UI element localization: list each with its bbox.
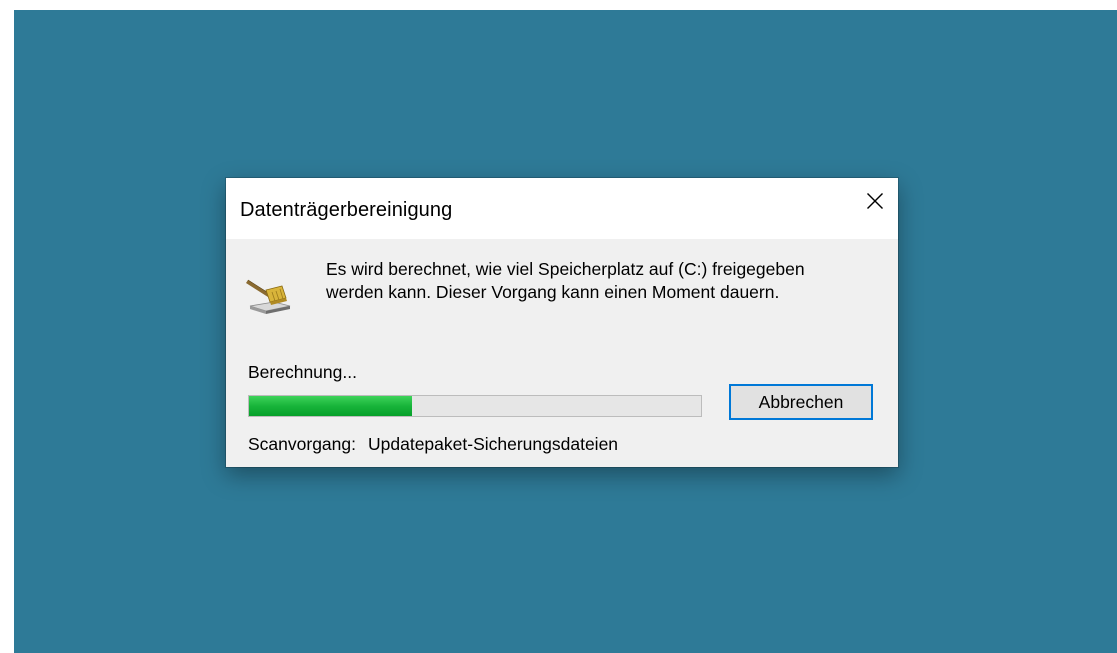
dialog-title: Datenträgerbereinigung [240, 199, 453, 221]
scan-label: Scanvorgang: [248, 434, 356, 454]
progress-bar-fill [249, 396, 412, 416]
title-bar[interactable]: Datenträgerbereinigung [226, 178, 898, 239]
cancel-button[interactable]: Abbrechen [729, 384, 873, 420]
scan-status-row: Scanvorgang: Updatepaket-Sicherungsdateie… [248, 434, 618, 455]
desktop-background: Datenträgerbereinigung Es wird berechnet… [14, 10, 1117, 653]
close-icon [867, 193, 883, 209]
progress-bar [248, 395, 702, 417]
scan-value: Updatepaket-Sicherungsdateien [368, 434, 619, 454]
status-label: Berechnung... [248, 362, 357, 382]
disk-cleanup-icon [246, 272, 294, 316]
disk-cleanup-dialog: Datenträgerbereinigung Es wird berechnet… [226, 178, 898, 467]
dialog-message: Es wird berechnet, wie viel Speicherplat… [326, 259, 805, 302]
close-button[interactable] [852, 178, 898, 224]
